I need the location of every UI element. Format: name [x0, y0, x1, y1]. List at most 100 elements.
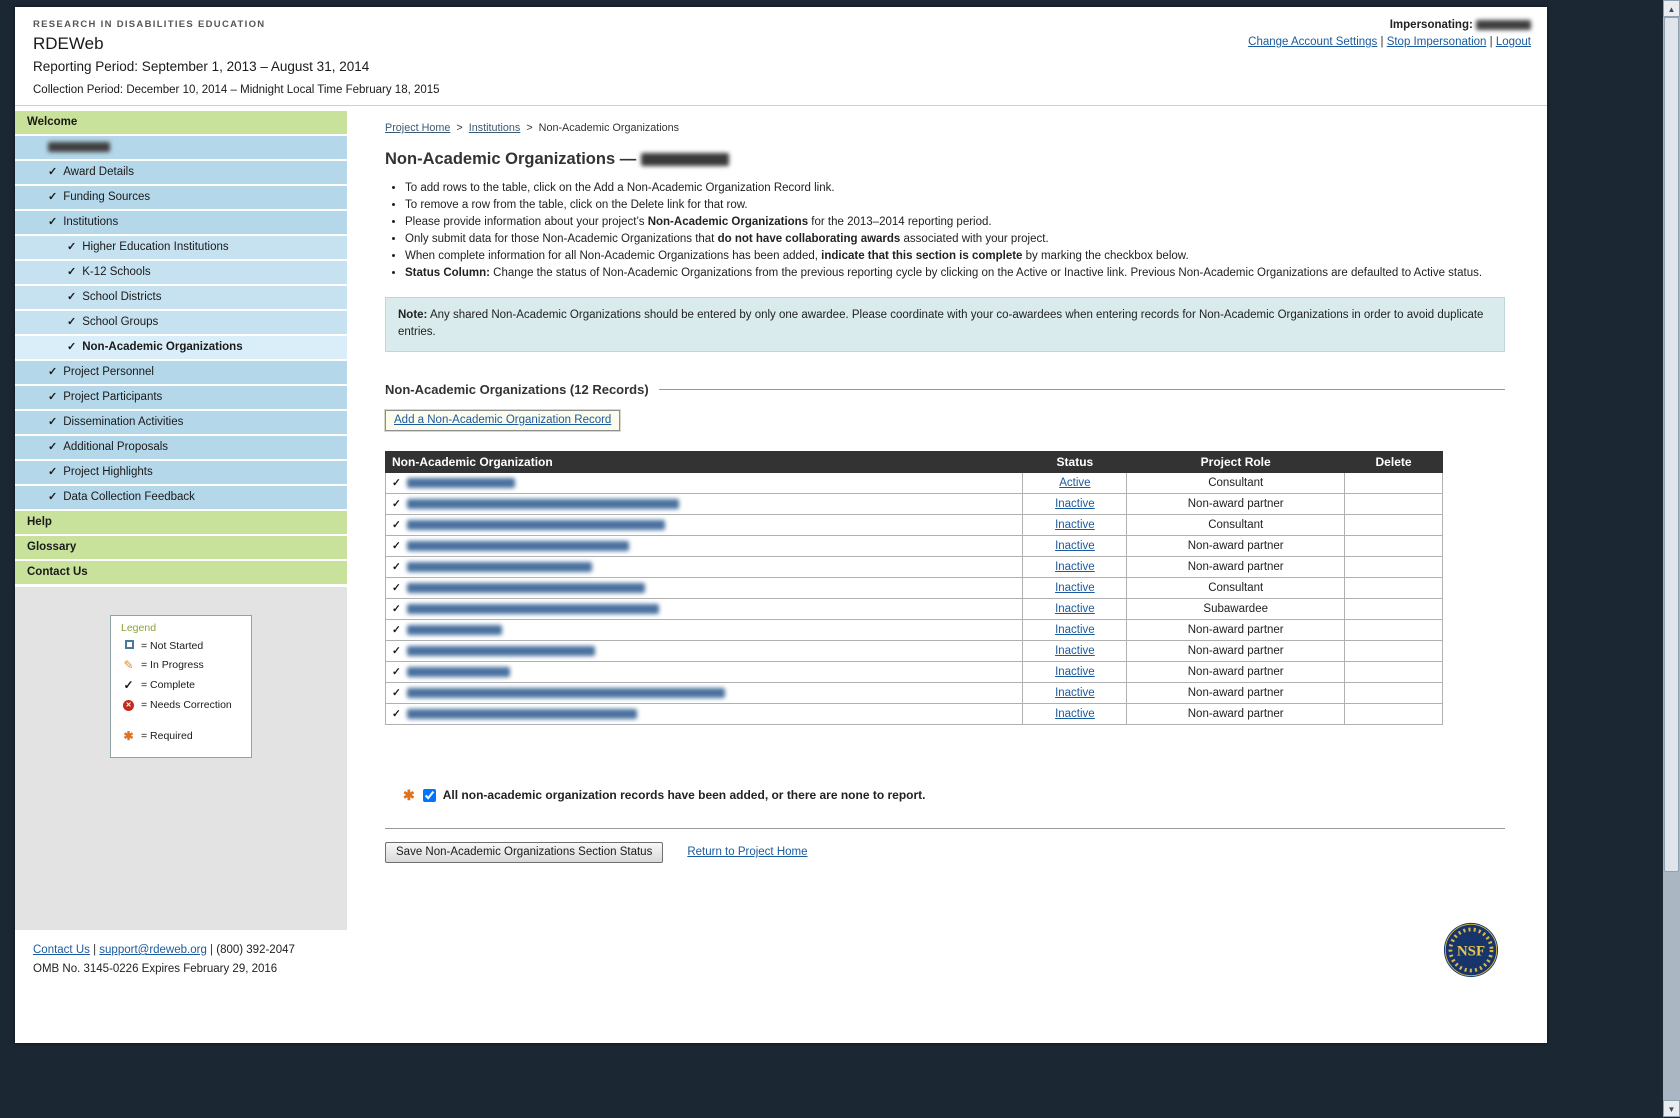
sidebar-nav: Welcome ✓Award Details✓Funding Sources✓In… [15, 111, 347, 586]
delete-cell [1345, 472, 1443, 493]
status-cell: Inactive [1023, 556, 1127, 577]
complete-check-icon: ✓ [48, 166, 57, 178]
account-links: Change Account Settings | Stop Impersona… [1248, 36, 1531, 48]
table-row: ✓InactiveNon-award partner [386, 682, 1443, 703]
section-complete-checkbox[interactable] [423, 789, 436, 802]
add-record-button[interactable]: Add a Non-Academic Organization Record [385, 410, 620, 431]
org-name-redacted-link[interactable] [407, 604, 659, 614]
delete-cell [1345, 535, 1443, 556]
complete-check-icon: ✓ [392, 498, 401, 510]
sidebar-item-funding-sources[interactable]: ✓Funding Sources [15, 186, 347, 209]
page-footer: Contact Us | support@rdeweb.org | (800) … [15, 930, 1547, 1043]
sidebar-item-non-academic-organizations[interactable]: ✓Non-Academic Organizations [15, 336, 347, 359]
status-link[interactable]: Inactive [1055, 498, 1095, 510]
sidebar-item-glossary[interactable]: Glossary [15, 536, 347, 559]
page-container: RESEARCH IN DISABILITIES EDUCATION RDEWe… [15, 7, 1547, 1043]
scroll-down-icon[interactable]: ▼ [1663, 1100, 1680, 1117]
org-name-redacted-link[interactable] [407, 625, 502, 635]
nsf-logo-text: NSF [1457, 944, 1485, 960]
delete-cell [1345, 556, 1443, 577]
complete-icon: ✓ [123, 678, 133, 692]
delete-cell [1345, 514, 1443, 535]
org-name-redacted-link[interactable] [407, 541, 629, 551]
complete-check-icon: ✓ [67, 341, 76, 353]
column-header-non-academic-organization: Non-Academic Organization [386, 451, 1023, 472]
add-record-button-label: Add a Non-Academic Organization Record [394, 414, 611, 426]
org-name-redacted-link[interactable] [407, 646, 595, 656]
account-link-stop-impersonation[interactable]: Stop Impersonation [1387, 36, 1487, 48]
status-link[interactable]: Inactive [1055, 624, 1095, 636]
scroll-up-icon[interactable]: ▲ [1663, 0, 1680, 17]
status-link[interactable]: Inactive [1055, 645, 1095, 657]
sidebar-item-school-groups[interactable]: ✓School Groups [15, 311, 347, 334]
complete-check-icon: ✓ [48, 216, 57, 228]
status-link[interactable]: Active [1059, 477, 1090, 489]
sidebar-item-help[interactable]: Help [15, 511, 347, 534]
save-section-status-button[interactable]: Save Non-Academic Organizations Section … [385, 842, 663, 863]
sidebar-item-data-collection-feedback[interactable]: ✓Data Collection Feedback [15, 486, 347, 509]
account-link-change-account-settings[interactable]: Change Account Settings [1248, 36, 1377, 48]
needs-correction-icon: ✕ [123, 700, 134, 711]
complete-check-icon: ✓ [48, 491, 57, 503]
sidebar-item-higher-education-institutions[interactable]: ✓Higher Education Institutions [15, 236, 347, 259]
org-name-redacted-link[interactable] [407, 478, 515, 488]
org-name-cell: ✓ [386, 493, 1023, 514]
org-name-redacted-link[interactable] [407, 562, 592, 572]
org-name-redacted-link[interactable] [407, 583, 645, 593]
delete-cell [1345, 619, 1443, 640]
return-to-project-home-link[interactable]: Return to Project Home [687, 846, 807, 858]
breadcrumb-link-project-home[interactable]: Project Home [385, 122, 450, 134]
sidebar-item-project-number[interactable] [15, 136, 347, 159]
status-link[interactable]: Inactive [1055, 540, 1095, 552]
complete-check-icon: ✓ [67, 266, 76, 278]
sidebar-item-school-districts[interactable]: ✓School Districts [15, 286, 347, 309]
legend-item: ✱= Required [121, 729, 243, 743]
sidebar-item-project-personnel[interactable]: ✓Project Personnel [15, 361, 347, 384]
org-name-cell: ✓ [386, 619, 1023, 640]
status-link[interactable]: Inactive [1055, 603, 1095, 615]
org-name-redacted-link[interactable] [407, 499, 679, 509]
sidebar-item-additional-proposals[interactable]: ✓Additional Proposals [15, 436, 347, 459]
status-link[interactable]: Inactive [1055, 708, 1095, 720]
status-link[interactable]: Inactive [1055, 666, 1095, 678]
sidebar-item-dissemination-activities[interactable]: ✓Dissemination Activities [15, 411, 347, 434]
completion-row: ✱ All non-academic organization records … [403, 787, 1505, 804]
delete-cell [1345, 598, 1443, 619]
org-name-redacted-link[interactable] [407, 520, 665, 530]
status-link[interactable]: Inactive [1055, 687, 1095, 699]
status-link[interactable]: Inactive [1055, 561, 1095, 573]
instruction-item: To add rows to the table, click on the A… [405, 181, 1505, 196]
footer-contact-link[interactable]: Contact Us [33, 944, 90, 956]
breadcrumb-link-institutions[interactable]: Institutions [469, 122, 521, 134]
footer-email-link[interactable]: support@rdeweb.org [99, 944, 207, 956]
org-name-cell: ✓ [386, 640, 1023, 661]
instruction-item: Please provide information about your pr… [405, 215, 1505, 230]
sidebar-item-project-participants[interactable]: ✓Project Participants [15, 386, 347, 409]
org-name-redacted-link[interactable] [407, 709, 637, 719]
in-progress-icon: ✎ [123, 658, 133, 672]
org-table: Non-Academic OrganizationStatusProject R… [385, 451, 1443, 725]
project-role-cell: Non-award partner [1127, 556, 1345, 577]
status-link[interactable]: Inactive [1055, 519, 1095, 531]
scrollbar-thumb[interactable] [1664, 17, 1679, 872]
project-role-cell: Non-award partner [1127, 493, 1345, 514]
sidebar-item-institutions[interactable]: ✓Institutions [15, 211, 347, 234]
sidebar-item-contact-us[interactable]: Contact Us [15, 561, 347, 584]
sidebar-item-k-12-schools[interactable]: ✓K-12 Schools [15, 261, 347, 284]
vertical-scrollbar[interactable]: ▲ ▼ [1663, 0, 1680, 1117]
sidebar-item-award-details[interactable]: ✓Award Details [15, 161, 347, 184]
reporting-period: Reporting Period: September 1, 2013 – Au… [33, 59, 1529, 74]
actions-row: Save Non-Academic Organizations Section … [385, 842, 1505, 863]
account-link-logout[interactable]: Logout [1496, 36, 1531, 48]
project-role-cell: Non-award partner [1127, 703, 1345, 724]
sidebar-item-project-highlights[interactable]: ✓Project Highlights [15, 461, 347, 484]
delete-cell [1345, 703, 1443, 724]
table-row: ✓InactiveConsultant [386, 577, 1443, 598]
completion-label: All non-academic organization records ha… [443, 788, 926, 802]
table-row: ✓InactiveNon-award partner [386, 703, 1443, 724]
org-name-redacted-link[interactable] [407, 667, 510, 677]
status-link[interactable]: Inactive [1055, 582, 1095, 594]
breadcrumb-current: Non-Academic Organizations [539, 122, 679, 134]
org-name-redacted-link[interactable] [407, 688, 725, 698]
sidebar-item-welcome[interactable]: Welcome [15, 111, 347, 134]
